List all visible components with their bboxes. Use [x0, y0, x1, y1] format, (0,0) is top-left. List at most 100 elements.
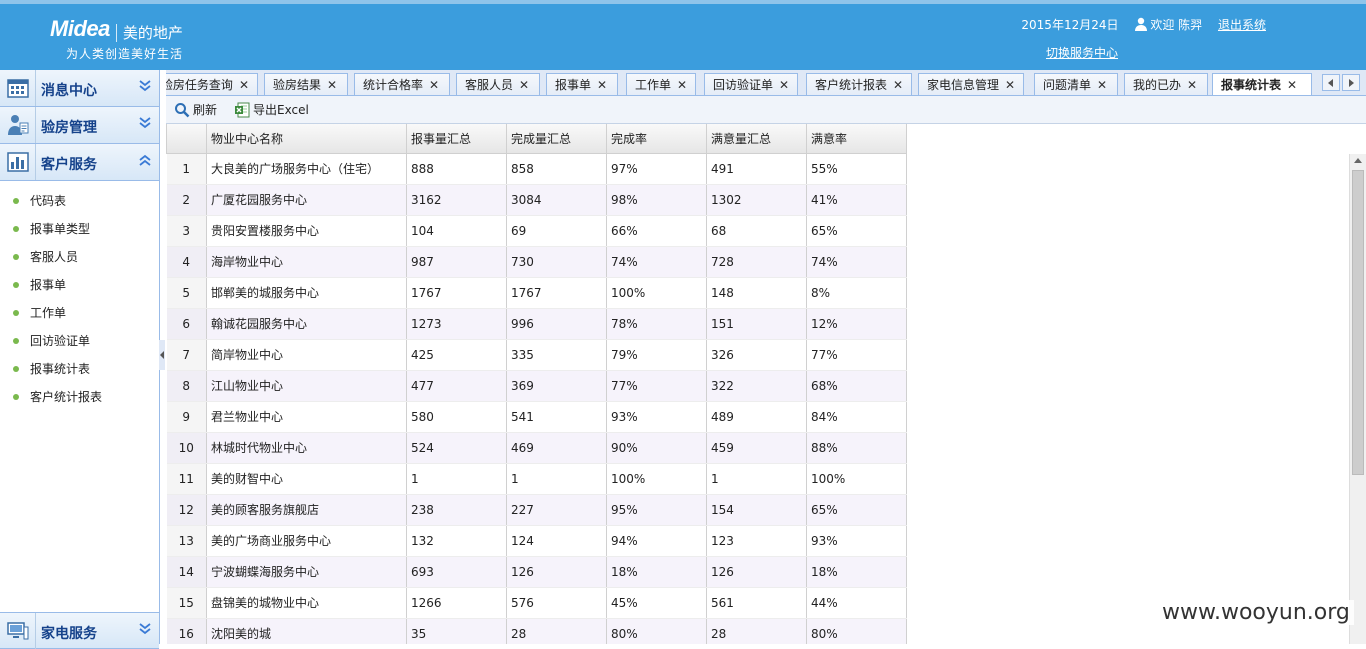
nav-item-report-stats[interactable]: 报事统计表	[0, 355, 159, 383]
table-row[interactable]: 9 君兰物业中心 580 541 93% 489 84%	[166, 401, 907, 433]
refresh-button[interactable]: 刷新	[174, 101, 217, 119]
tab-my-done[interactable]: 我的已办 ✕	[1124, 73, 1208, 95]
column-header[interactable]: 完成率	[606, 124, 707, 154]
row-number: 4	[166, 246, 207, 278]
column-header[interactable]: 完成量汇总	[506, 124, 607, 154]
close-icon[interactable]: ✕	[239, 78, 249, 92]
column-header[interactable]: 满意率	[806, 124, 907, 154]
table-row[interactable]: 1 大良美的广场服务中心（住宅） 888 858 97% 491 55%	[166, 153, 907, 185]
tab-issue-list[interactable]: 问题清单 ✕	[1034, 73, 1118, 95]
brand-cn: 美的地产	[122, 24, 183, 42]
table-cell: 1	[506, 463, 607, 495]
table-row[interactable]: 5 邯郸美的城服务中心 1767 1767 100% 148 8%	[166, 277, 907, 309]
table-row[interactable]: 8 江山物业中心 477 369 77% 322 68%	[166, 370, 907, 402]
tab-scroll-right[interactable]	[1342, 74, 1360, 91]
table-cell: 简岸物业中心	[206, 339, 407, 371]
table-row[interactable]: 10 林城时代物业中心 524 469 90% 459 88%	[166, 432, 907, 464]
table-cell: 君兰物业中心	[206, 401, 407, 433]
logo: Midea 美的地产 为人类创造美好生活	[50, 16, 183, 62]
tab-inspection-result[interactable]: 验房结果 ✕	[264, 73, 348, 95]
tab-label: 工作单	[635, 78, 672, 92]
sidebar-group-appliance[interactable]: 家电服务	[0, 612, 159, 649]
scroll-up-icon[interactable]	[1354, 158, 1362, 163]
close-icon[interactable]: ✕	[1287, 78, 1297, 92]
table-row[interactable]: 16 沈阳美的城 35 28 80% 28 80%	[166, 618, 907, 644]
table-cell: 90%	[606, 432, 707, 464]
nav-item-report-type[interactable]: 报事单类型	[0, 215, 159, 243]
table-row[interactable]: 12 美的顾客服务旗舰店 238 227 95% 154 65%	[166, 494, 907, 526]
chart-icon	[0, 144, 36, 180]
nav-item-revisit[interactable]: 回访验证单	[0, 327, 159, 355]
row-number: 3	[166, 215, 207, 247]
switch-center-link[interactable]: 切换服务中心	[1046, 44, 1118, 61]
table-cell: 88%	[806, 432, 907, 464]
close-icon[interactable]: ✕	[327, 78, 337, 92]
close-icon[interactable]: ✕	[1187, 78, 1197, 92]
table-row[interactable]: 6 翰诚花园服务中心 1273 996 78% 151 12%	[166, 308, 907, 340]
table-cell: 68	[706, 215, 807, 247]
tab-revisit[interactable]: 回访验证单 ✕	[704, 73, 798, 95]
row-number: 5	[166, 277, 207, 309]
tab-report-stats[interactable]: 报事统计表 ✕	[1212, 73, 1312, 95]
column-header[interactable]: 满意量汇总	[706, 124, 807, 154]
sidebar-group-messages[interactable]: 消息中心	[0, 70, 159, 107]
close-icon[interactable]: ✕	[1097, 78, 1107, 92]
sidebar-collapse-handle[interactable]	[159, 340, 165, 370]
row-number-header	[166, 124, 207, 154]
sidebar-group-inspection[interactable]: 验房管理	[0, 107, 159, 144]
close-icon[interactable]: ✕	[677, 78, 687, 92]
calendar-icon	[0, 70, 36, 106]
scrollbar-thumb[interactable]	[1352, 170, 1364, 475]
nav-item-report[interactable]: 报事单	[0, 271, 159, 299]
row-number: 8	[166, 370, 207, 402]
nav-item-work-order[interactable]: 工作单	[0, 299, 159, 327]
tab-customer-stats[interactable]: 客户统计报表 ✕	[806, 73, 912, 95]
column-header[interactable]: 物业中心名称	[206, 124, 407, 154]
close-icon[interactable]: ✕	[1005, 78, 1015, 92]
table-row[interactable]: 3 贵阳安置楼服务中心 104 69 66% 68 65%	[166, 215, 907, 247]
bullet-icon	[13, 310, 19, 316]
table-row[interactable]: 4 海岸物业中心 987 730 74% 728 74%	[166, 246, 907, 278]
logout-link[interactable]: 退出系统	[1218, 18, 1266, 32]
table-row[interactable]: 7 简岸物业中心 425 335 79% 326 77%	[166, 339, 907, 371]
nav-item-customer-stats[interactable]: 客户统计报表	[0, 383, 159, 411]
close-icon[interactable]: ✕	[597, 78, 607, 92]
nav-item-service-staff[interactable]: 客服人员	[0, 243, 159, 271]
table-cell: 45%	[606, 587, 707, 619]
vertical-scrollbar[interactable]	[1349, 154, 1366, 644]
table-row[interactable]: 11 美的财智中心 1 1 100% 1 100%	[166, 463, 907, 495]
close-icon[interactable]: ✕	[779, 78, 789, 92]
current-date: 2015年12月24日	[1021, 18, 1119, 32]
group-label: 消息中心	[41, 83, 97, 99]
nav-item-code-table[interactable]: 代码表	[0, 187, 159, 215]
table-cell: 28	[506, 618, 607, 644]
table-cell: 翰诚花园服务中心	[206, 308, 407, 340]
tab-label: 问题清单	[1043, 78, 1092, 92]
table-row[interactable]: 14 宁波蝴蝶海服务中心 693 126 18% 126 18%	[166, 556, 907, 588]
inspector-icon	[0, 107, 36, 143]
close-icon[interactable]: ✕	[429, 78, 439, 92]
column-header[interactable]: 报事量汇总	[406, 124, 507, 154]
table-row[interactable]: 2 广厦花园服务中心 3162 3084 98% 1302 41%	[166, 184, 907, 216]
tab-pass-rate[interactable]: 统计合格率 ✕	[354, 73, 450, 95]
sidebar-group-customer-service[interactable]: 客户服务	[0, 144, 159, 181]
tab-appliance-info[interactable]: 家电信息管理 ✕	[918, 73, 1024, 95]
chevron-down-icon	[139, 623, 151, 635]
tab-scroll-left[interactable]	[1322, 74, 1340, 91]
table-cell: 489	[706, 401, 807, 433]
close-icon[interactable]: ✕	[893, 78, 903, 92]
tab-inspection-query[interactable]: 验房任务查询 ✕	[166, 73, 258, 95]
group-label: 家电服务	[41, 626, 97, 642]
table-cell: 美的财智中心	[206, 463, 407, 495]
table-row[interactable]: 15 盘锦美的城物业中心 1266 576 45% 561 44%	[166, 587, 907, 619]
export-excel-button[interactable]: 导出Excel	[234, 101, 309, 119]
tab-report[interactable]: 报事单 ✕	[546, 73, 618, 95]
chevron-down-icon	[139, 80, 151, 92]
tab-work-order[interactable]: 工作单 ✕	[626, 73, 696, 95]
nav-label: 工作单	[30, 306, 67, 320]
table-cell: 730	[506, 246, 607, 278]
table-row[interactable]: 13 美的广场商业服务中心 132 124 94% 123 93%	[166, 525, 907, 557]
tab-service-staff[interactable]: 客服人员 ✕	[456, 73, 540, 95]
close-icon[interactable]: ✕	[519, 78, 529, 92]
table-cell: 1767	[506, 277, 607, 309]
